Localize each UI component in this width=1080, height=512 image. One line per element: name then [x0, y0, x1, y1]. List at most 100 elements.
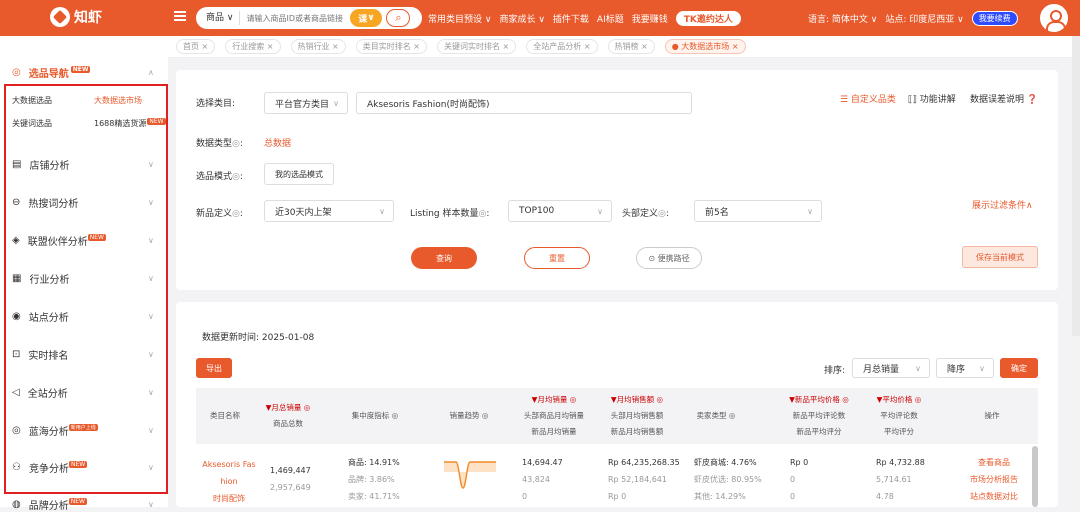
col-avg-sales[interactable]: ▼月均销量 ◎ 头部商品月均销量 新品月均销量 [514, 392, 594, 440]
info-icon: ◎ [658, 209, 666, 219]
compete-icon: ⚇ [12, 462, 21, 473]
search-type-select[interactable]: 商品 ∨ [196, 11, 241, 25]
show-filters-toggle[interactable]: 展示过滤条件∧ [972, 198, 1033, 211]
path-button[interactable]: ⊙ 便携路径 [636, 247, 702, 269]
view-products-link[interactable]: 查看商品 [966, 454, 1022, 471]
crumb-home[interactable]: 首页 × [176, 39, 216, 54]
market-report-link[interactable]: 市场分析报告 [966, 471, 1022, 488]
row-concentration: 商品: 14.91% 品牌: 3.86% 卖家: 41.71% [348, 458, 400, 501]
sidebar-subitem-bigdata-product[interactable]: 大数据选品 [12, 95, 52, 106]
row-category-name[interactable]: Aksesoris Fas hion 时尚配饰 [198, 456, 260, 507]
search-input[interactable] [240, 13, 351, 23]
row-sales: 1,469,447 2,957,649 [270, 466, 311, 492]
table-scrollbar[interactable] [1032, 446, 1038, 507]
crumb-industry-search[interactable]: 行业搜索 × [225, 39, 281, 54]
tk-invite-button[interactable]: TK邀约达人 [675, 10, 741, 26]
custom-category-link[interactable]: ☰ 自定义品类 [840, 92, 896, 105]
nav-earn-money[interactable]: 我要赚钱 [632, 12, 668, 25]
save-mode-button[interactable]: 保存当前模式 [962, 246, 1038, 268]
target-icon: ◎ [12, 67, 21, 78]
ranking-icon: ⊡ [12, 349, 21, 360]
data-type-value[interactable]: 总数据 [264, 136, 291, 149]
sidebar-section-title[interactable]: ◎ 选品导航 NEW [12, 65, 91, 80]
col-avg-revenue[interactable]: ▼月均销售额 ◎ 头部月均销售额 新品月均销售额 [600, 392, 674, 440]
crumb-category-rank[interactable]: 类目实时排名 × [355, 39, 427, 54]
crumb-hot-industry[interactable]: 热销行业 × [290, 39, 346, 54]
feature-guide-link[interactable]: ⟦⟧ 功能讲解 [908, 92, 956, 105]
hamburger-menu-icon[interactable] [174, 11, 186, 21]
nav-category-presets[interactable]: 常用类目预设 ∨ [428, 12, 491, 25]
chevron-down-icon[interactable]: ∨ [148, 350, 154, 359]
sort-by-select[interactable]: 月总销量 ∨ [852, 358, 930, 378]
chevron-down-icon[interactable]: ∨ [148, 236, 154, 245]
sidebar-item-fullsite[interactable]: ◁ 全站分析 [12, 385, 68, 400]
sidebar-item-hotwords[interactable]: ⊖ 热搜词分析 [12, 195, 78, 210]
col-monthly-sales[interactable]: ▼月总销量 ◎ 商品总数 [258, 400, 318, 432]
user-avatar[interactable] [1040, 4, 1068, 32]
reset-button[interactable]: 重置 [524, 247, 590, 269]
search-icon: ⊖ [12, 197, 21, 208]
page-scrollbar[interactable] [1072, 36, 1080, 336]
sidebar-subitem-keyword[interactable]: 关键词选品 [12, 118, 52, 129]
query-button[interactable]: 查询 [411, 247, 477, 269]
sidebar-item-affiliate[interactable]: ◈ 联盟伙伴分析 NEW [12, 233, 106, 248]
chevron-up-icon[interactable]: ∧ [148, 68, 154, 77]
sidebar-subitem-bigdata-market[interactable]: 大数据选市场 [94, 95, 142, 106]
chevron-down-icon[interactable]: ∨ [148, 463, 154, 472]
top-right-controls: 语言: 简体中文 ∨ 站点: 印度尼西亚 ∨ 我要续费 [808, 0, 1018, 36]
renew-button[interactable]: 我要续费 [971, 10, 1018, 26]
head-def-select[interactable]: 前5名 ∨ [694, 200, 822, 222]
lesson-badge[interactable]: 课 ∨ [350, 9, 383, 27]
sidebar-item-competition[interactable]: ⚇ 竞争分析 NEW [12, 460, 88, 475]
chevron-down-icon[interactable]: ∨ [148, 198, 154, 207]
location-icon: ⊙ [648, 253, 656, 263]
sidebar-item-store[interactable]: ▤ 店铺分析 [12, 157, 69, 172]
nav-merchant-growth[interactable]: 商家成长 ∨ [499, 12, 544, 25]
chevron-down-icon[interactable]: ∨ [148, 312, 154, 321]
crumb-fullsite-product[interactable]: 全站产品分析 × [526, 39, 598, 54]
crumb-hot-list[interactable]: 热销榜 × [607, 39, 655, 54]
sort-label: 排序: [824, 366, 846, 376]
chevron-down-icon[interactable]: ∨ [148, 388, 154, 397]
store-icon: ▤ [12, 159, 22, 170]
listing-select[interactable]: TOP100 ∨ [508, 200, 612, 222]
breadcrumb: 首页 × 行业搜索 × 热销行业 × 类目实时排名 × 关键词实时排名 × 全站… [168, 36, 1080, 58]
chevron-down-icon[interactable]: ∨ [148, 500, 154, 509]
data-type-label: 数据类型◎: [196, 139, 243, 149]
crumb-bigdata-market[interactable]: ● 大数据选市场 × [664, 39, 746, 54]
sidebar-item-blueocean[interactable]: ◎ 蓝海分析 新用户上线 [12, 423, 98, 438]
chevron-down-icon[interactable]: ∨ [148, 274, 154, 283]
mode-button[interactable]: 我的选品模式 [264, 163, 334, 185]
chevron-down-icon[interactable]: ∨ [148, 160, 154, 169]
site-select[interactable]: 站点: 印度尼西亚 ∨ [885, 12, 963, 25]
nav-plugin-download[interactable]: 插件下载 [553, 12, 589, 25]
chevron-down-icon[interactable]: ∨ [148, 426, 154, 435]
info-icon: ◎ [232, 139, 240, 149]
sidebar-subitem-1688[interactable]: 1688精选货源 NEW [94, 118, 166, 129]
chevron-down-icon: ∨ [979, 363, 985, 373]
compass-icon: ◎ [12, 425, 21, 436]
col-trend: 销量趋势 ◎ [449, 411, 489, 420]
category-source-select[interactable]: 平台官方类目 ∨ [264, 92, 348, 114]
language-select[interactable]: 语言: 简体中文 ∨ [808, 12, 877, 25]
export-button[interactable]: 导出 [196, 358, 232, 378]
logo[interactable]: 知虾 [50, 6, 102, 28]
col-new-price[interactable]: ▼新品平均价格 ◎ 新品平均评论数 新品平均评分 [782, 392, 856, 440]
confirm-button[interactable]: 确定 [1000, 358, 1038, 378]
new-def-select[interactable]: 近30天内上架 ∨ [264, 200, 394, 222]
sidebar-item-industry[interactable]: ▦ 行业分析 [12, 271, 69, 286]
search-button[interactable]: ⌕ [386, 9, 411, 27]
sidebar-item-realtime[interactable]: ⊡ 实时排名 [12, 347, 68, 362]
data-error-note[interactable]: 数据误差说明 ❓ [970, 92, 1038, 105]
sort-order-select[interactable]: 降序 ∨ [936, 358, 994, 378]
nav-ai-title[interactable]: AI标题 [597, 12, 624, 25]
site-compare-link[interactable]: 站点数据对比 [966, 488, 1022, 505]
sidebar-item-brand[interactable]: ◍ 品牌分析 NEW [12, 497, 87, 512]
category-value-input[interactable]: Aksesoris Fashion(时尚配饰) [356, 92, 692, 114]
sidebar-item-site[interactable]: ◉ 站点分析 [12, 309, 69, 324]
col-avg-price[interactable]: ▼平均价格 ◎ 平均评论数 平均评分 [868, 392, 930, 440]
help-icon: ❓ [1026, 95, 1039, 105]
info-icon: ◎ [478, 209, 487, 219]
search-icon: ⌕ [395, 11, 402, 24]
crumb-keyword-rank[interactable]: 关键词实时排名 × [437, 39, 517, 54]
